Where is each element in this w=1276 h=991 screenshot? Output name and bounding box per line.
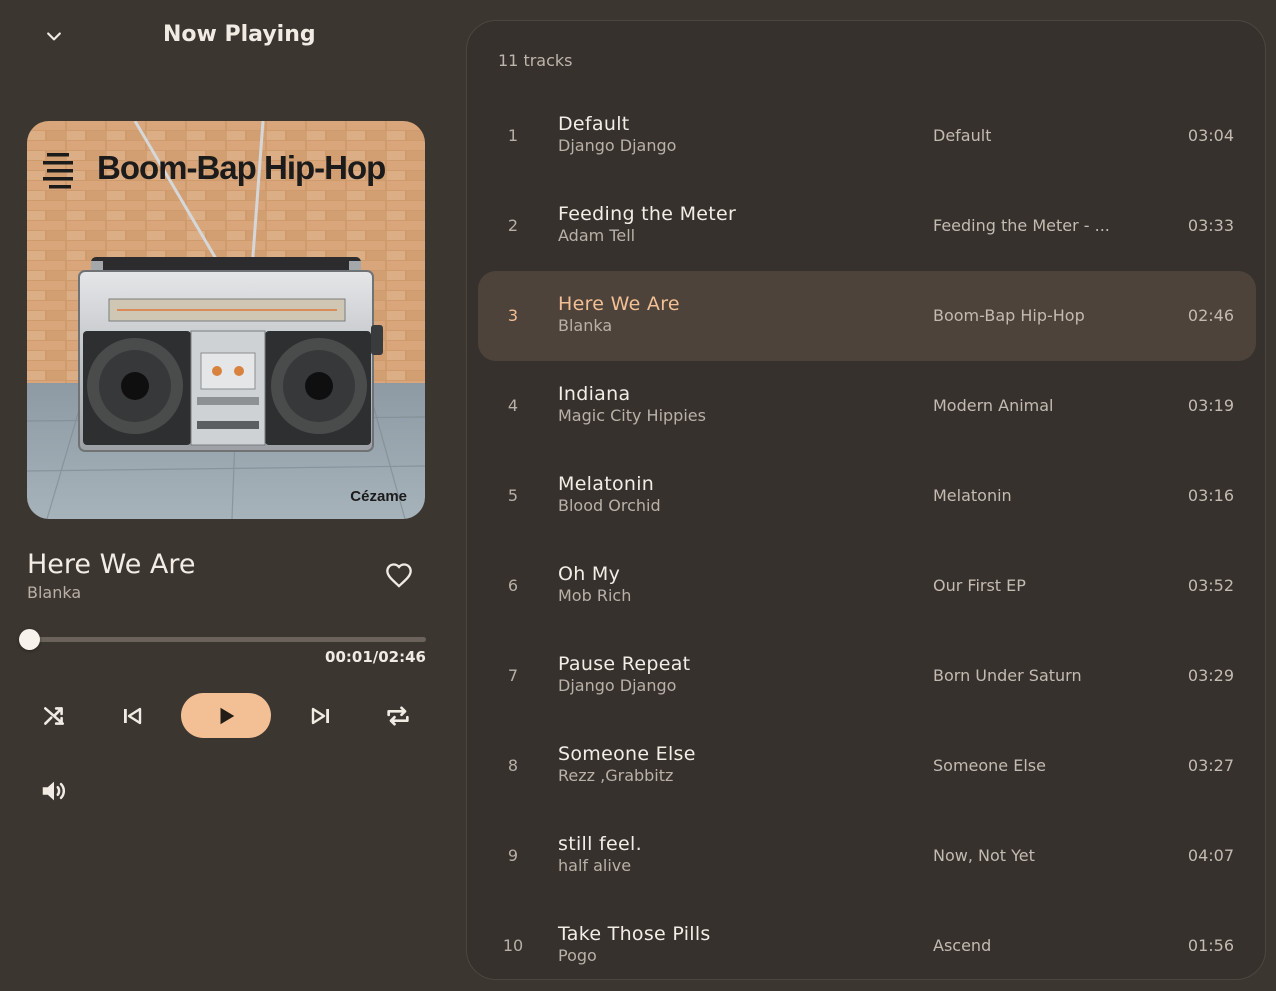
now-playing-title: Here We Are (27, 549, 196, 580)
track-title: Someone Else (558, 743, 696, 765)
album-cover: Boom-Bap Hip-Hop Cézame (27, 121, 425, 519)
track-album: Feeding the Meter - ... (933, 216, 1110, 235)
track-artist: Blanka (558, 316, 613, 335)
chevron-down-icon (47, 32, 61, 41)
track-number: 6 (507, 576, 519, 595)
track-row[interactable]: 4 Indiana Magic City Hippies Modern Animal 0… (478, 361, 1256, 451)
track-number: 4 (507, 396, 519, 415)
track-duration: 03:52 (1187, 576, 1234, 595)
progress-slider[interactable] (19, 629, 426, 650)
track-artist: Magic City Hippies (558, 406, 706, 425)
skip-next-icon (311, 707, 329, 724)
track-duration: 03:33 (1187, 216, 1234, 235)
track-duration: 02:46 (1187, 306, 1234, 325)
track-title: Take Those Pills (558, 923, 711, 945)
repeat-icon (387, 705, 409, 726)
track-album: Modern Animal (933, 396, 1054, 415)
track-artist: Django Django (558, 676, 677, 695)
track-row[interactable]: 7 Pause Repeat Django Django Born Under Sat… (478, 631, 1256, 721)
track-number: 1 (507, 126, 519, 145)
cover-label-text: Cézame (350, 488, 407, 505)
play-button[interactable] (181, 693, 271, 738)
track-duration: 04:07 (1187, 846, 1234, 865)
track-artist: Mob Rich (558, 586, 632, 605)
next-button[interactable] (301, 693, 341, 738)
track-row[interactable]: 10 Take Those Pills Pogo Ascend 01:56 (478, 901, 1256, 991)
track-artist: Django Django (558, 136, 677, 155)
album-cover-art: Boom-Bap Hip-Hop Cézame (27, 121, 425, 519)
track-duration: 03:19 (1187, 396, 1234, 415)
track-album: Now, Not Yet (933, 846, 1035, 865)
cover-title-text: Boom-Bap Hip-Hop (97, 149, 385, 186)
track-duration: 03:29 (1187, 666, 1234, 685)
track-number: 7 (507, 666, 519, 685)
track-album: Default (933, 126, 992, 145)
track-title: Here We Are (558, 293, 680, 315)
track-number: 8 (507, 756, 519, 775)
heart-outline-icon (386, 563, 412, 588)
track-artist: Adam Tell (558, 226, 636, 245)
track-artist: Pogo (558, 946, 597, 965)
track-album: Someone Else (933, 756, 1046, 775)
track-artist: Blood Orchid (558, 496, 661, 515)
track-duration: 03:16 (1187, 486, 1234, 505)
track-artist: half alive (558, 856, 632, 875)
track-number: 2 (507, 216, 519, 235)
time-readout: 00:01/02:46 (325, 648, 426, 666)
play-icon (220, 707, 235, 724)
track-artist: Rezz ,Grabbitz (558, 766, 674, 785)
skip-previous-icon (124, 707, 142, 724)
track-row[interactable]: 9 still feel. half alive Now, Not Yet 04:07 (478, 811, 1256, 901)
now-playing-artist: Blanka (27, 583, 82, 602)
shuffle-icon (44, 706, 64, 725)
track-duration: 03:04 (1187, 126, 1234, 145)
volume-icon (42, 781, 66, 801)
volume-button[interactable] (34, 771, 74, 811)
track-row[interactable]: 2 Feeding the Meter Adam Tell Feeding the M… (478, 181, 1256, 271)
track-number: 3 (507, 306, 519, 325)
favorite-button[interactable] (381, 558, 417, 592)
track-duration: 03:27 (1187, 756, 1234, 775)
track-number: 10 (502, 936, 524, 955)
track-album: Melatonin (933, 486, 1012, 505)
progress-thumb[interactable] (19, 629, 41, 650)
track-number: 9 (507, 846, 519, 865)
track-title: Indiana (558, 383, 631, 405)
track-album: Our First EP (933, 576, 1026, 595)
page-title: Now Playing (163, 22, 316, 47)
repeat-button[interactable] (378, 693, 418, 738)
track-album: Boom-Bap Hip-Hop (933, 306, 1085, 325)
track-title: Feeding the Meter (558, 203, 737, 225)
track-number: 5 (507, 486, 519, 505)
track-count: 11 tracks (498, 51, 573, 70)
previous-button[interactable] (112, 693, 152, 738)
track-row[interactable]: 3 Here We Are Blanka Boom-Bap Hip-Hop 02:46 (478, 271, 1256, 361)
track-title: Melatonin (558, 473, 655, 495)
track-title: Oh My (558, 563, 621, 585)
collapse-button[interactable] (38, 20, 70, 52)
track-row[interactable]: 6 Oh My Mob Rich Our First EP 03:52 (478, 541, 1256, 631)
tracklist-panel: 11 tracks 1 Default Django Django Default 03… (466, 20, 1266, 980)
track-title: still feel. (558, 833, 642, 855)
shuffle-button[interactable] (34, 693, 74, 738)
now-playing-panel: Now Playing Boom-Bap Hip-Hop Cézame Here… (0, 0, 452, 960)
track-title: Default (558, 113, 630, 135)
track-album: Born Under Saturn (933, 666, 1082, 685)
track-album: Ascend (933, 936, 992, 955)
track-title: Pause Repeat (558, 653, 691, 675)
track-row[interactable]: 1 Default Django Django Default 03:04 (478, 91, 1256, 181)
track-duration: 01:56 (1187, 936, 1234, 955)
track-list: 1 Default Django Django Default 03:04 2 Feedin… (478, 91, 1256, 991)
track-row[interactable]: 8 Someone Else Rezz ,Grabbitz Someone Else 0… (478, 721, 1256, 811)
track-row[interactable]: 5 Melatonin Blood Orchid Melatonin 03:16 (478, 451, 1256, 541)
